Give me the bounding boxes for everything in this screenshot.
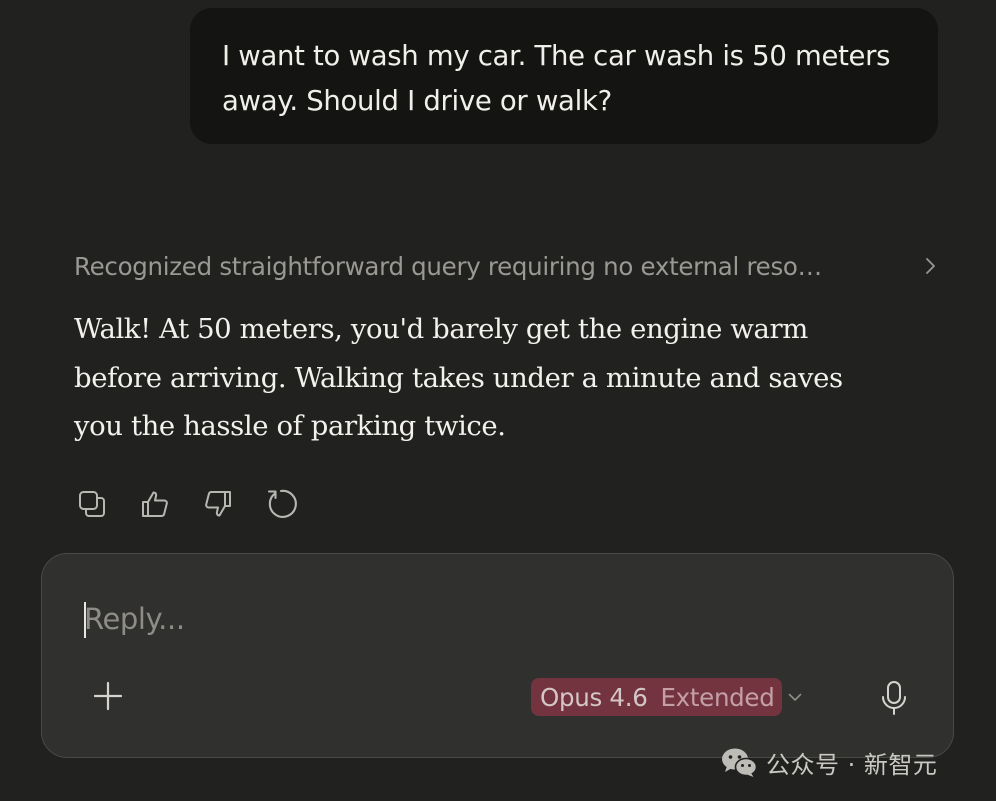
chevron-right-icon — [926, 258, 935, 274]
watermark-text: 公众号 · 新智元 — [766, 750, 938, 779]
copy-button[interactable] — [74, 486, 110, 522]
reply-composer: Opus 4.6 Extended — [41, 553, 954, 758]
copy-icon — [79, 491, 105, 517]
model-selector[interactable]: Opus 4.6 Extended — [531, 678, 804, 716]
plus-icon[interactable] — [90, 678, 126, 714]
thinking-summary-toggle[interactable]: Recognized straightforward query requiri… — [74, 246, 944, 286]
thinking-summary-text: Recognized straightforward query requiri… — [74, 251, 822, 281]
model-mode: Extended — [660, 682, 775, 712]
watermark: 公众号 · 新智元 — [720, 743, 937, 781]
retry-button[interactable] — [263, 486, 299, 522]
chevron-down-icon — [789, 693, 802, 701]
message-actions — [74, 484, 326, 524]
user-message-text: I want to wash my car. The car wash is 5… — [222, 40, 891, 117]
thumbs-up-icon — [142, 491, 168, 517]
retry-icon — [267, 489, 297, 518]
model-pill: Opus 4.6 Extended — [531, 678, 783, 716]
assistant-message-text: Walk! At 50 meters, you'd barely get the… — [74, 313, 843, 442]
model-name: Opus 4.6 — [540, 682, 648, 712]
thumbs-down-button[interactable] — [200, 486, 236, 522]
user-message-bubble: I want to wash my car. The car wash is 5… — [190, 8, 938, 144]
microphone-icon[interactable] — [876, 678, 912, 718]
reply-input[interactable] — [82, 596, 784, 642]
thumbs-up-button[interactable] — [137, 486, 173, 522]
thumbs-down-icon — [205, 491, 231, 517]
wechat-logo-icon — [722, 748, 758, 777]
